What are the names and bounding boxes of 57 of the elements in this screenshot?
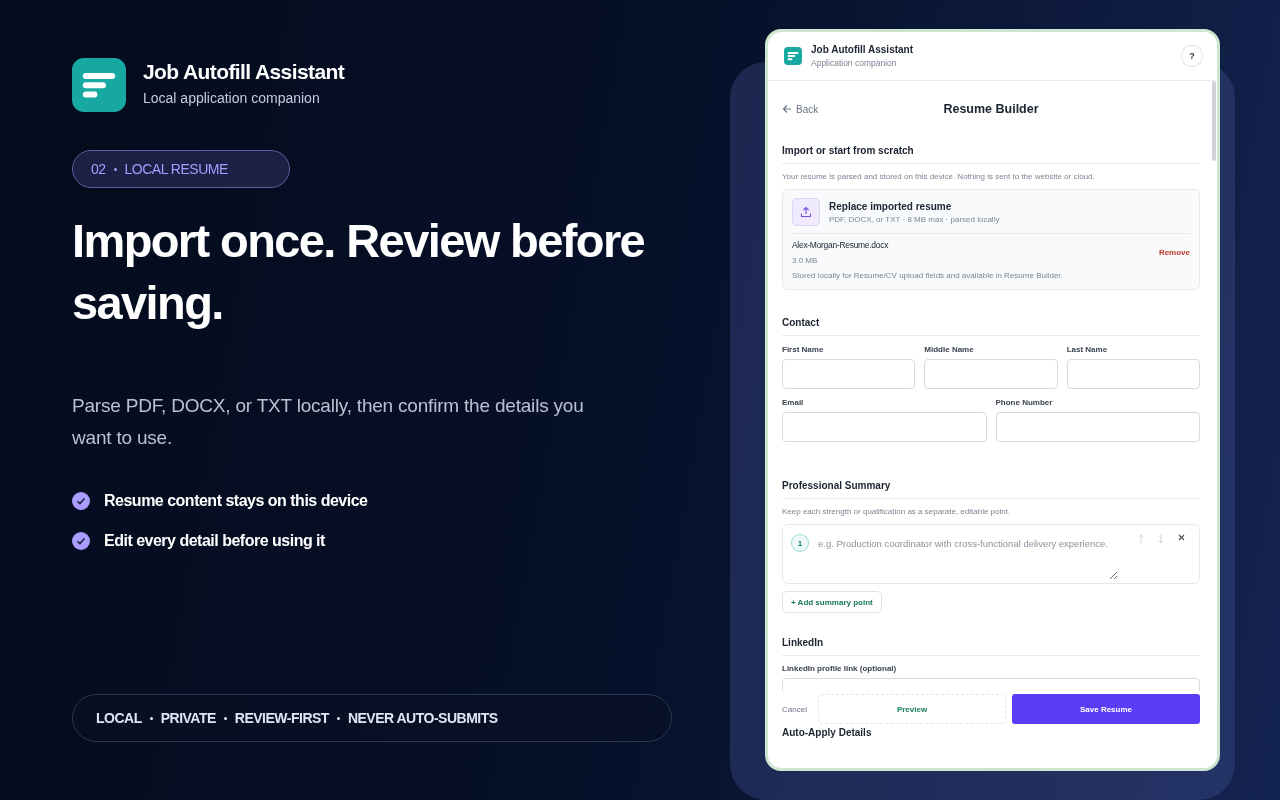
file-name: Alex-Morgan-Resume.docx (792, 240, 889, 250)
field-label: Middle Name (924, 345, 975, 354)
text-field[interactable] (995, 412, 1200, 442)
cancel-button[interactable]: Cancel (782, 704, 812, 714)
upload-hint: PDF, DOCX, or TXT · 8 MB max · parsed locally (829, 214, 1000, 224)
file-size: 3.0 MB (792, 256, 819, 265)
section-heading: Import or start from scratch (782, 137, 1200, 164)
preview-button[interactable]: Preview (818, 694, 1006, 724)
step-badge: 02 LOCAL RESUME (72, 150, 290, 188)
logo-icon (72, 58, 126, 112)
app-title: Job Autofill Assistant (143, 60, 345, 84)
app-subtitle: Local application companion (143, 90, 321, 106)
section-note: Your resume is parsed and stored on this device. Nothing is sent to the website or cloud. (782, 172, 1096, 181)
scrollbar-thumb[interactable] (1212, 81, 1216, 161)
app-title: Job Autofill Assistant (811, 44, 914, 55)
upload-icon (800, 206, 812, 218)
logo-icon (784, 47, 802, 65)
help-button[interactable]: ? (1181, 45, 1203, 67)
feature-tag: PRIVATE (160, 710, 216, 726)
feature-tag: REVIEW-FIRST (234, 710, 329, 726)
headline: Import once. Review before saving. (72, 213, 646, 331)
up-arrow-icon[interactable] (1138, 534, 1144, 544)
section-heading: Contact (782, 309, 1200, 336)
upload-button[interactable] (792, 198, 820, 226)
field-label: Email (782, 398, 805, 407)
field-label: Phone Number (995, 398, 1054, 407)
feature-text: Edit every detail before using it (104, 532, 325, 550)
feature-tag: LOCAL (96, 710, 142, 726)
back-arrow-icon (782, 104, 792, 114)
description: Parse PDF, DOCX, or TXT locally, then confirm the details you want to use. (72, 394, 585, 450)
section-heading: Professional Summary (782, 472, 1200, 499)
text-field[interactable] (782, 359, 916, 389)
section-heading: LinkedIn (782, 629, 1200, 656)
field-label: LinkedIn profile link (optional) (782, 664, 898, 673)
feature-text: Resume content stays on this device (104, 492, 368, 510)
save-button[interactable]: Save Resume (1012, 694, 1200, 724)
file-note: Stored locally for Resume/CV upload fields and available in Resume Builder. (792, 271, 1064, 280)
back-link[interactable]: Back (782, 103, 819, 115)
close-icon[interactable] (1178, 534, 1185, 541)
check-icon (72, 532, 90, 550)
field-label: Last Name (1066, 345, 1109, 354)
text-field[interactable] (924, 359, 1058, 389)
summary-field[interactable]: 1 e.g. Production coordinator with cross-functional delivery experience. (782, 524, 1200, 584)
down-arrow-icon[interactable] (1158, 534, 1164, 544)
feature-tag: NEVER AUTO-SUBMITS (347, 710, 498, 726)
text-field[interactable] (782, 412, 987, 442)
text-field[interactable] (1066, 359, 1200, 389)
app-subtitle: Application companion (811, 58, 898, 68)
section-heading: Auto-Apply Details (782, 727, 873, 738)
point-number: 1 (791, 534, 809, 552)
page-title: Resume Builder (943, 102, 1039, 116)
remove-button[interactable]: Remove (1158, 248, 1190, 257)
section-note: Keep each strength or qualification as a separate, editable point. (782, 507, 1012, 516)
upload-title: Replace imported resume (829, 200, 953, 212)
field-label: First Name (782, 345, 825, 354)
check-icon (72, 492, 90, 510)
add-point-button[interactable]: + Add summary point (782, 591, 882, 613)
